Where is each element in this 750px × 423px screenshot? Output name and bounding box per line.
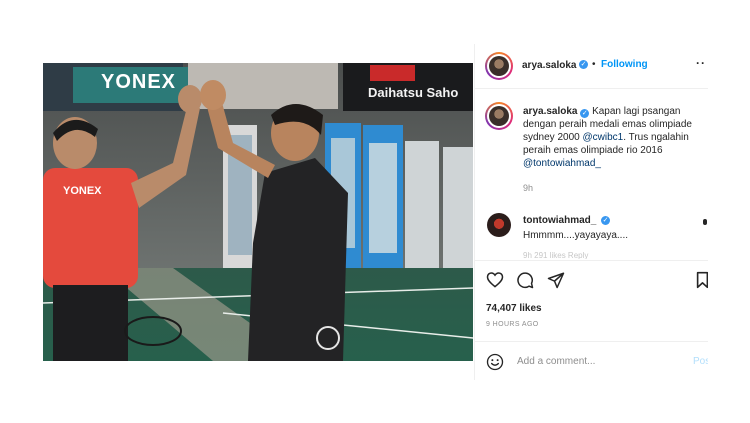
post-actions: 74,407 likes 9 HOURS AGO bbox=[475, 260, 708, 351]
post-header: arya.saloka ✓ • Following ·· bbox=[475, 44, 708, 89]
banner-yonex-text: YONEX bbox=[101, 71, 177, 93]
reply-verified-icon: ✓ bbox=[601, 216, 610, 225]
post-photo[interactable]: YONEX Daihatsu Saho YONEX bbox=[43, 63, 473, 361]
banner-sponsor-text: Daihatsu Saho bbox=[368, 85, 459, 100]
author-avatar bbox=[489, 56, 509, 76]
post-photo-illustration bbox=[43, 63, 473, 361]
author-avatar-ring[interactable] bbox=[485, 52, 513, 80]
caption-avatar-ring[interactable] bbox=[485, 102, 513, 130]
comment-input[interactable]: Add a comment... bbox=[517, 356, 595, 367]
bookmark-icon[interactable] bbox=[696, 271, 708, 289]
emoji-icon[interactable] bbox=[486, 353, 504, 371]
post-time-ago: 9 HOURS AGO bbox=[486, 321, 539, 328]
verified-badge-icon: ✓ bbox=[579, 60, 588, 69]
post-side-panel: arya.saloka ✓ • Following ·· arya.saloka… bbox=[474, 44, 708, 380]
caption-text: arya.saloka ✓ Kapan lagi psangan dengan … bbox=[523, 105, 703, 170]
comments-list[interactable]: arya.saloka ✓ Kapan lagi psangan dengan … bbox=[475, 89, 708, 259]
instagram-post: YONEX Daihatsu Saho YONEX arya.saloka ✓ … bbox=[43, 44, 708, 380]
post-comment-button[interactable]: Post bbox=[693, 356, 708, 367]
caption-avatar bbox=[489, 106, 509, 126]
reply-meta-faded: 9h 291 likes Reply bbox=[523, 251, 589, 259]
author-username[interactable]: arya.saloka bbox=[522, 60, 577, 71]
comment-icon[interactable] bbox=[516, 271, 534, 289]
caption-timestamp: 9h bbox=[523, 183, 534, 193]
shirt-brand-text: YONEX bbox=[63, 185, 102, 197]
add-comment-bar: Add a comment... Post bbox=[475, 341, 708, 380]
reply-author[interactable]: tontowiahmad_ bbox=[523, 215, 596, 226]
reply-like-icon[interactable] bbox=[703, 219, 707, 225]
likes-count[interactable]: 74,407 likes bbox=[486, 303, 542, 314]
mention-tontowiahmad[interactable]: @tontowiahmad_ bbox=[523, 158, 601, 169]
caption-author[interactable]: arya.saloka bbox=[523, 106, 578, 117]
heart-icon[interactable] bbox=[486, 271, 504, 288]
share-icon[interactable] bbox=[547, 271, 565, 289]
reply-avatar[interactable] bbox=[487, 213, 511, 237]
mention-cwibc1[interactable]: @cwibc1 bbox=[583, 132, 624, 143]
separator-dot: • bbox=[592, 59, 596, 70]
caption-verified-icon: ✓ bbox=[580, 109, 590, 118]
reply-text: Hmmmm....yayayaya.... bbox=[523, 230, 629, 241]
following-button[interactable]: Following bbox=[601, 59, 648, 70]
more-options-icon[interactable]: ·· bbox=[696, 56, 706, 70]
